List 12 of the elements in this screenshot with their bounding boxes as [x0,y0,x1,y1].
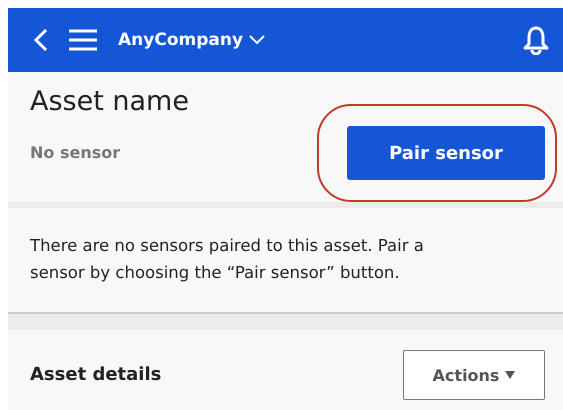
actions-button[interactable]: Actions [403,350,545,400]
bell-icon[interactable] [523,25,549,55]
company-selector[interactable]: AnyCompany [118,30,266,50]
back-icon[interactable] [34,28,48,52]
menu-icon[interactable] [68,28,98,52]
chevron-down-icon [249,35,266,45]
pair-sensor-button[interactable]: Pair sensor [347,126,545,180]
section-title: Asset details [30,364,162,386]
asset-title: Asset name [30,86,189,117]
sensor-status: No sensor [30,143,122,162]
caret-icon [505,371,516,380]
info-message: There are no sensors paired to this asset. Pair a sensor by choosing the “Pair sensor” button. [8,208,563,314]
